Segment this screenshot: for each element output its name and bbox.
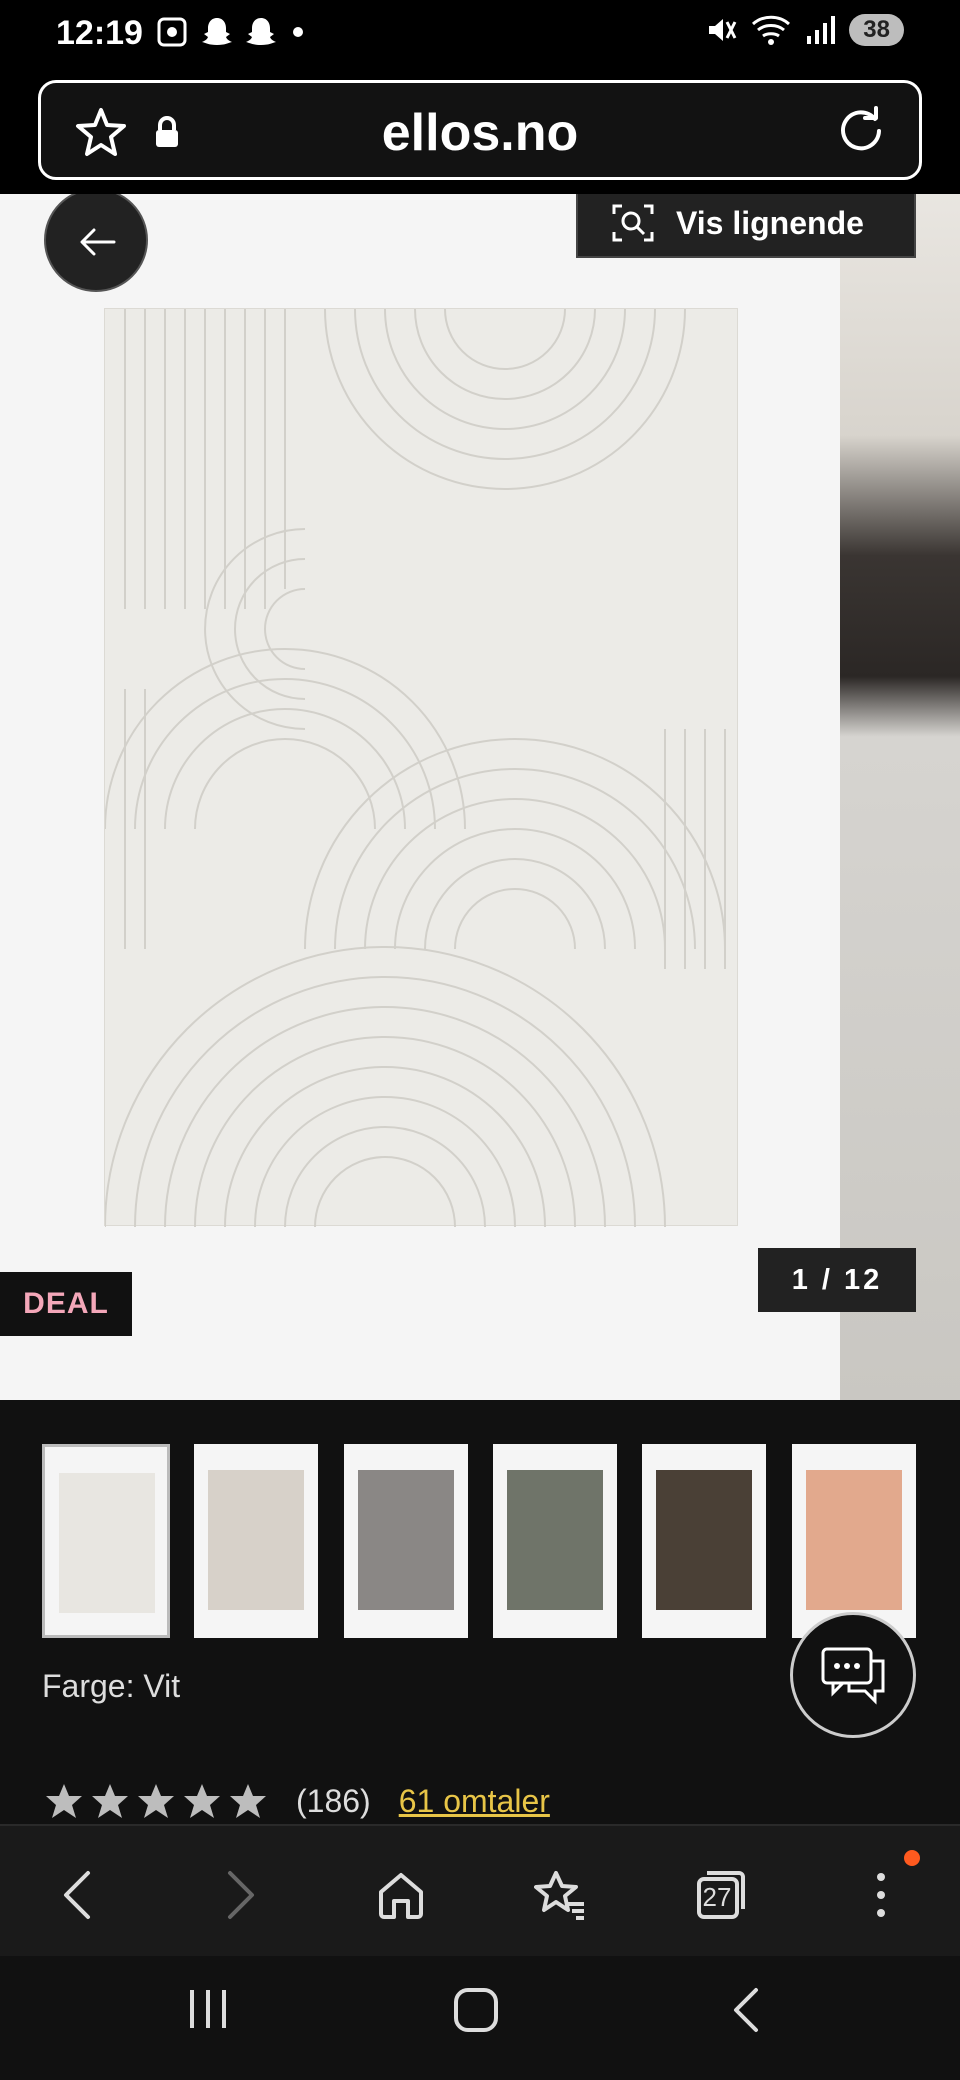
variant-thumbnail-5[interactable] bbox=[642, 1444, 766, 1638]
next-product-image-preview[interactable] bbox=[840, 194, 960, 1400]
variant-thumbnail-4[interactable] bbox=[493, 1444, 617, 1638]
snapchat-icon bbox=[202, 18, 232, 45]
variant-swatch bbox=[806, 1470, 902, 1610]
system-icons: 38 bbox=[705, 14, 904, 46]
variant-thumbnail-3[interactable] bbox=[344, 1444, 468, 1638]
deal-badge: DEAL bbox=[0, 1272, 132, 1336]
reload-icon[interactable] bbox=[835, 105, 887, 157]
show-similar-label: Vis lignende bbox=[676, 204, 864, 241]
tab-count: 27 bbox=[702, 1882, 732, 1912]
wifi-icon bbox=[752, 15, 791, 45]
system-navigation-bar bbox=[0, 1956, 960, 2080]
menu-button[interactable] bbox=[846, 1860, 916, 1930]
status-bar: 12:19 38 bbox=[0, 0, 960, 72]
variant-thumbnail-6[interactable] bbox=[792, 1444, 916, 1638]
visual-search-icon bbox=[612, 204, 654, 242]
home-button[interactable] bbox=[366, 1860, 436, 1930]
back-nav-icon[interactable] bbox=[728, 1986, 762, 2034]
more-notifications-dot-icon bbox=[293, 27, 303, 37]
star-icon bbox=[230, 1784, 266, 1818]
chat-button[interactable] bbox=[790, 1612, 916, 1738]
product-image[interactable] bbox=[104, 308, 738, 1228]
variant-swatch bbox=[208, 1470, 304, 1610]
back-button[interactable] bbox=[44, 194, 148, 292]
rating-row: (186) 61 omtaler bbox=[44, 1782, 550, 1820]
menu-icon bbox=[877, 1873, 885, 1917]
status-time: 12:19 bbox=[56, 14, 143, 52]
bookmarks-button[interactable] bbox=[526, 1860, 596, 1930]
battery-indicator: 38 bbox=[849, 14, 904, 46]
signal-icon bbox=[807, 16, 836, 44]
notification-icons bbox=[156, 16, 306, 48]
forward-icon bbox=[228, 1871, 254, 1919]
color-label: Farge: Vit bbox=[42, 1668, 181, 1704]
star-icon bbox=[92, 1784, 128, 1818]
rating-count: (186) bbox=[296, 1782, 371, 1819]
notification-dot bbox=[904, 1850, 920, 1866]
variant-thumbnail-2[interactable] bbox=[194, 1444, 318, 1638]
variant-swatch bbox=[656, 1470, 752, 1610]
variant-swatch bbox=[507, 1470, 603, 1610]
screenshot-icon bbox=[157, 17, 187, 47]
star-icon bbox=[138, 1784, 174, 1818]
variant-thumbnail-1[interactable] bbox=[42, 1444, 170, 1638]
star-icon bbox=[46, 1784, 82, 1818]
bookmarks-icon bbox=[534, 1871, 584, 1920]
reviews-link[interactable]: 61 omtaler bbox=[399, 1783, 550, 1820]
snapchat-icon bbox=[246, 18, 276, 45]
variant-swatch bbox=[59, 1473, 155, 1613]
star-rating bbox=[44, 1782, 268, 1820]
browser-back-button[interactable] bbox=[42, 1860, 112, 1930]
browser-forward-button[interactable] bbox=[206, 1860, 276, 1930]
color-variant-thumbnails bbox=[42, 1444, 942, 1640]
rug-pattern bbox=[104, 308, 726, 1228]
recent-apps-icon[interactable] bbox=[186, 1986, 230, 2032]
home-icon bbox=[379, 1873, 423, 1919]
arrow-left-icon bbox=[80, 228, 116, 256]
image-counter: 1 / 12 bbox=[758, 1248, 916, 1312]
browser-header: ellos.no bbox=[0, 72, 960, 194]
browser-toolbar: 27 bbox=[0, 1824, 960, 1956]
product-image-carousel[interactable]: Vis lignende DEAL 1 / 12 bbox=[0, 194, 960, 1400]
chat-bubble-icon bbox=[821, 1647, 885, 1705]
star-icon bbox=[184, 1784, 220, 1818]
back-icon bbox=[64, 1871, 90, 1919]
home-nav-icon[interactable] bbox=[452, 1986, 500, 2034]
mute-icon bbox=[709, 19, 737, 41]
variant-swatch bbox=[358, 1470, 454, 1610]
url-text[interactable]: ellos.no bbox=[41, 103, 919, 163]
show-similar-button[interactable]: Vis lignende bbox=[576, 194, 916, 258]
address-bar[interactable]: ellos.no bbox=[38, 80, 922, 180]
